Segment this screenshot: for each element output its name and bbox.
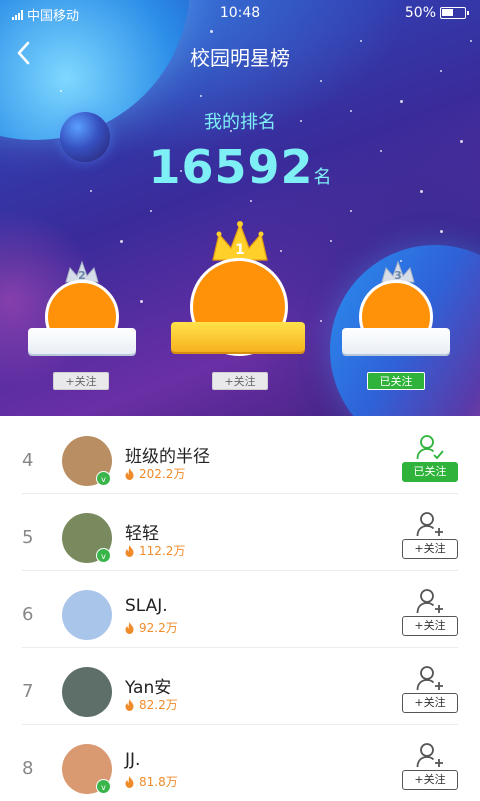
rank-number: 7 xyxy=(22,681,34,702)
status-bar: 中国移动 10:48 50% xyxy=(0,0,480,26)
popularity-score: 82.2万 xyxy=(124,696,178,713)
podium-rank-2[interactable]: 2 +关注 xyxy=(18,260,146,392)
list-item[interactable]: 7 Yan安 82.2万 +关注 xyxy=(0,647,480,724)
podium-rank-1[interactable]: 1 +关注 xyxy=(165,221,315,392)
follow-button[interactable]: +关注 xyxy=(402,616,458,636)
verified-icon: v xyxy=(96,779,111,794)
score-value: 81.8万 xyxy=(139,775,178,789)
rank-number: 4 xyxy=(22,450,34,471)
add-user-icon xyxy=(416,589,443,614)
battery-percent: 50% xyxy=(404,5,436,21)
verified-icon: v xyxy=(96,471,111,486)
podium-rank-3[interactable]: 3 已关注 xyxy=(334,260,462,392)
followed-button[interactable]: 已关注 xyxy=(402,462,458,482)
follow-action[interactable]: +关注 xyxy=(402,665,458,717)
popularity-score: 81.8万 xyxy=(124,773,178,790)
score-value: 202.2万 xyxy=(139,467,186,481)
user-name: SLAJ. xyxy=(125,596,168,616)
ribbon-decoration xyxy=(171,322,305,352)
star-decoration xyxy=(330,240,332,242)
my-rank-unit: 名 xyxy=(313,167,332,188)
my-rank-label: 我的排名 xyxy=(204,112,276,133)
star-decoration xyxy=(320,320,322,322)
follow-button[interactable]: +关注 xyxy=(53,372,109,390)
popularity-score: 112.2万 xyxy=(124,542,185,559)
follow-button[interactable]: +关注 xyxy=(402,770,458,790)
star-decoration xyxy=(400,100,403,103)
follow-action[interactable]: +关注 xyxy=(402,511,458,563)
fire-icon xyxy=(125,621,134,634)
star-decoration xyxy=(150,210,152,212)
my-rank-value: 16592 xyxy=(148,140,314,194)
user-name: JJ. xyxy=(125,750,141,770)
user-name: 班级的半径 xyxy=(125,447,210,467)
list-item[interactable]: 4 v 班级的半径 202.2万 已关注 xyxy=(0,416,480,493)
avatar[interactable] xyxy=(62,667,112,717)
user-name: 轻轻 xyxy=(125,524,159,544)
popularity-score: 202.2万 xyxy=(124,465,185,482)
star-decoration xyxy=(200,95,202,97)
popularity-score: 92.2万 xyxy=(124,619,178,636)
follow-button[interactable]: +关注 xyxy=(212,372,268,390)
ribbon-decoration xyxy=(342,328,450,354)
star-decoration xyxy=(210,30,213,33)
follow-button[interactable]: +关注 xyxy=(402,539,458,559)
list-item[interactable]: 5 v 轻轻 112.2万 +关注 xyxy=(0,493,480,570)
star-decoration xyxy=(350,210,352,212)
header-hero: 中国移动 10:48 50% 校园明星榜 我的排名 16592名 2 +关注 1 xyxy=(0,0,480,416)
rank-number: 8 xyxy=(22,758,34,779)
star-decoration xyxy=(60,90,62,92)
rank-number: 6 xyxy=(22,604,34,625)
score-value: 92.2万 xyxy=(139,621,178,635)
fire-icon xyxy=(125,467,134,480)
add-user-icon xyxy=(416,743,443,768)
score-value: 82.2万 xyxy=(139,698,178,712)
ranking-list: 4 v 班级的半径 202.2万 已关注 5 v 轻轻 112.2万 +关注 6… xyxy=(0,416,480,801)
my-rank: 16592名 xyxy=(0,140,480,194)
podium-rank-number: 1 xyxy=(235,242,245,258)
verified-icon: v xyxy=(96,548,111,563)
battery-icon xyxy=(440,7,469,19)
add-user-icon xyxy=(416,666,443,691)
follow-action[interactable]: +关注 xyxy=(402,742,458,794)
user-name: Yan安 xyxy=(125,678,172,698)
star-decoration xyxy=(320,80,322,82)
list-item[interactable]: 8 v JJ. 81.8万 +关注 xyxy=(0,724,480,801)
fire-icon xyxy=(125,698,134,711)
star-decoration xyxy=(120,240,123,243)
add-user-icon xyxy=(416,512,443,537)
star-decoration xyxy=(440,230,443,233)
score-value: 112.2万 xyxy=(139,544,186,558)
followed-button[interactable]: 已关注 xyxy=(367,372,425,390)
page-title: 校园明星榜 xyxy=(190,46,290,70)
follow-action[interactable]: +关注 xyxy=(402,588,458,640)
star-decoration xyxy=(250,200,252,202)
fire-icon xyxy=(125,775,134,788)
follow-action[interactable]: 已关注 xyxy=(402,434,458,486)
user-check-icon xyxy=(416,435,444,460)
fire-icon xyxy=(125,544,134,557)
avatar[interactable] xyxy=(62,590,112,640)
ribbon-decoration xyxy=(28,328,136,354)
rank-number: 5 xyxy=(22,527,34,548)
follow-button[interactable]: +关注 xyxy=(402,693,458,713)
list-item[interactable]: 6 SLAJ. 92.2万 +关注 xyxy=(0,570,480,647)
